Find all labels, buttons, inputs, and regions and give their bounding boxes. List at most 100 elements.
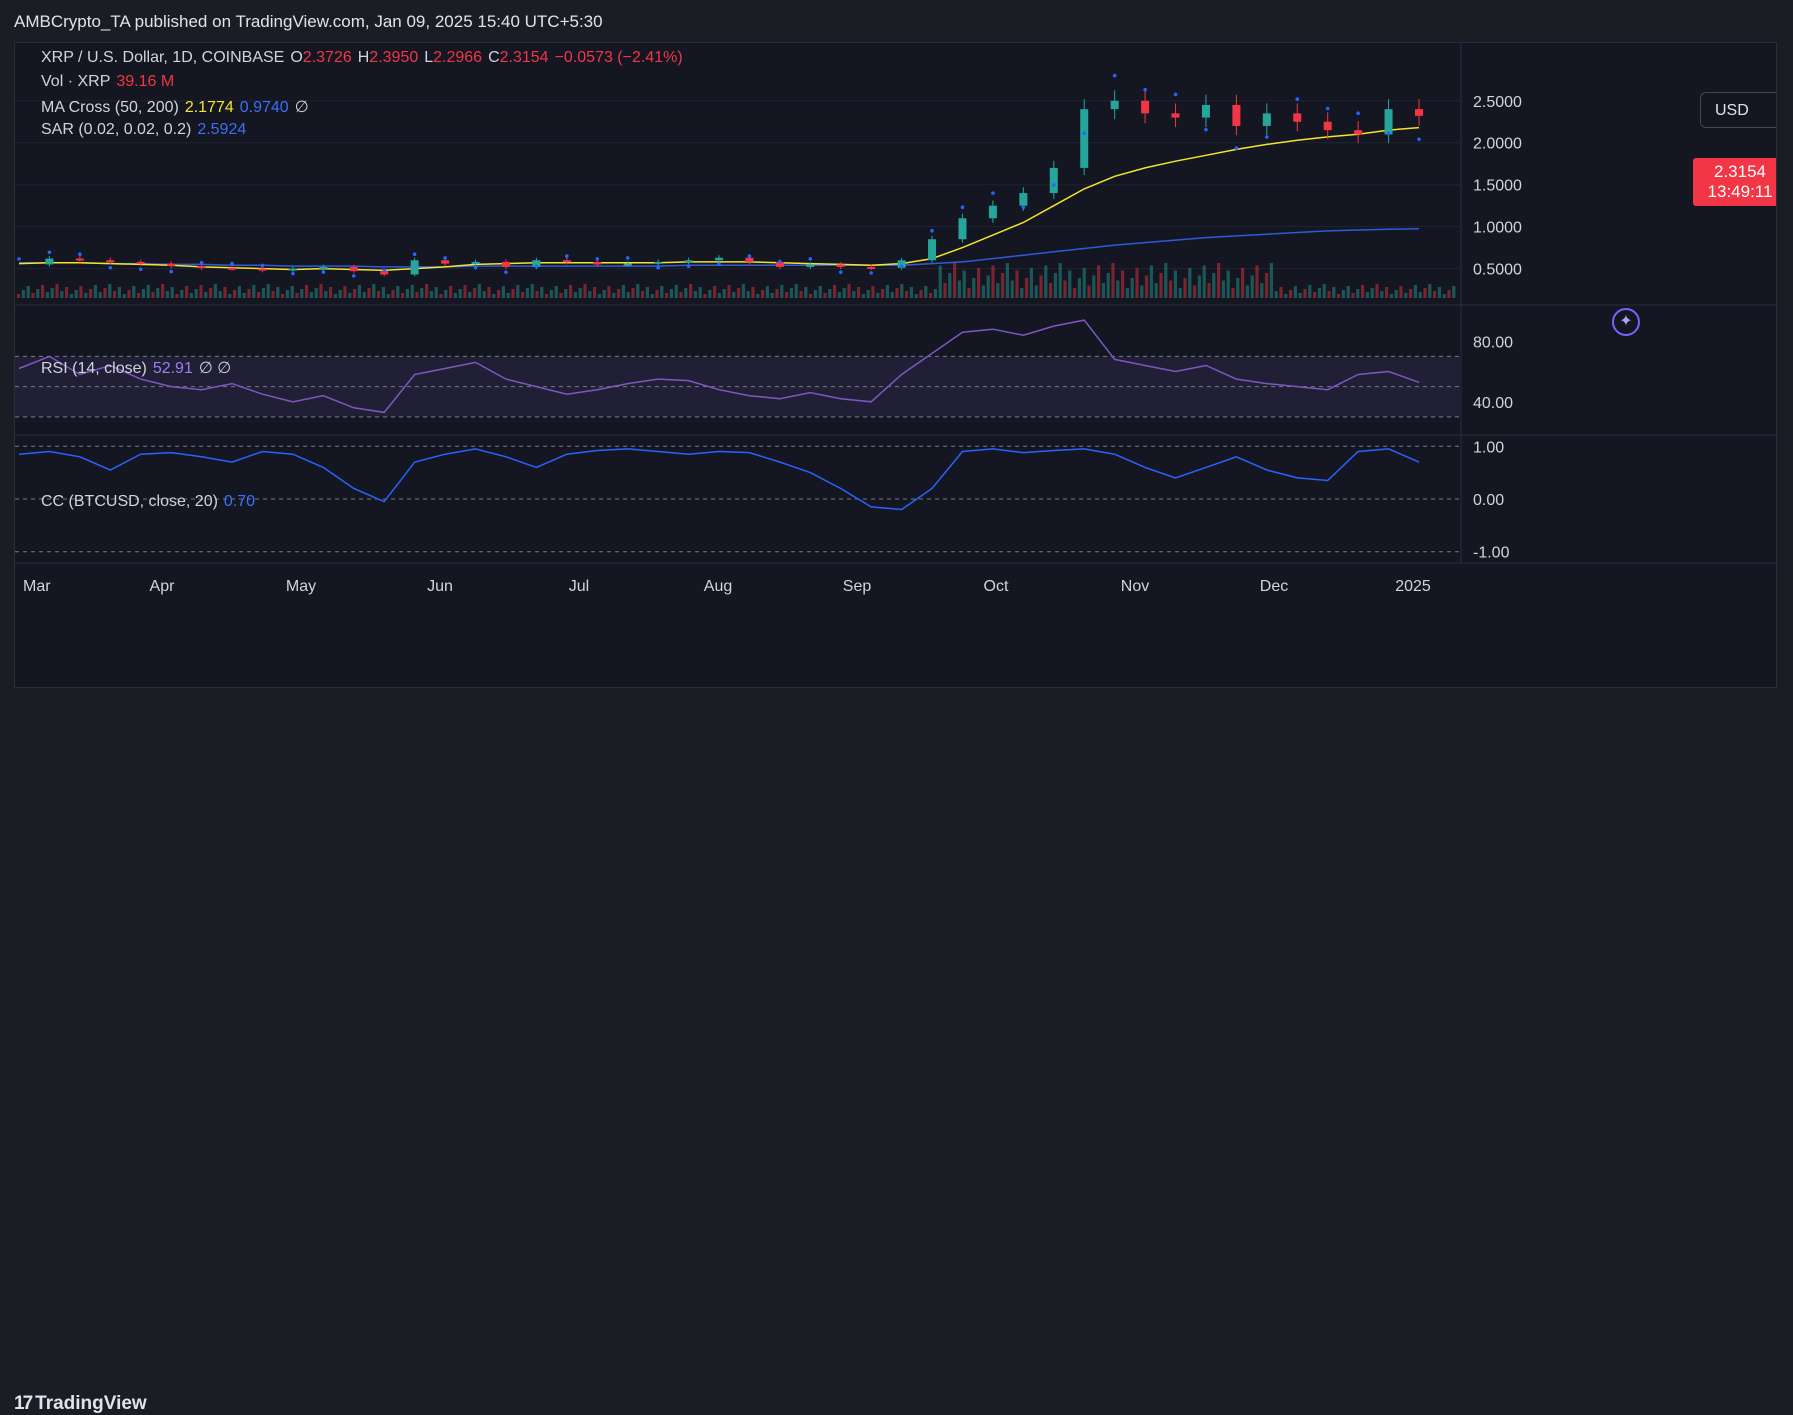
low-label: L xyxy=(424,49,434,66)
volume-bar xyxy=(26,286,30,298)
volume-bar xyxy=(837,292,841,298)
chart-area[interactable]: 2.5000 2.0000 1.5000 1.0000 0.5000 80.00 40.00… xyxy=(14,42,1777,688)
sar-dot xyxy=(1112,73,1117,78)
volume-bar xyxy=(1154,283,1158,298)
sar-dot xyxy=(169,269,173,274)
time-tick-label: Dec xyxy=(1260,578,1288,595)
volume-bar xyxy=(1207,283,1211,298)
volume-bar xyxy=(684,288,688,298)
volume-bar xyxy=(866,290,870,298)
volume-bar xyxy=(1039,275,1043,298)
candle-body xyxy=(562,260,571,263)
volume-bar xyxy=(1197,275,1201,298)
volume-bar xyxy=(247,289,251,298)
volume-bar xyxy=(161,284,165,298)
volume-bar xyxy=(981,285,985,298)
volume-bar xyxy=(1361,285,1365,298)
volume-bar xyxy=(146,285,150,298)
volume-bar xyxy=(1087,285,1091,298)
volume-bar xyxy=(1428,284,1432,298)
volume-bar xyxy=(141,289,145,298)
volume-bar xyxy=(905,291,909,298)
volume-bar xyxy=(218,291,222,298)
volume-bar xyxy=(45,292,49,298)
volume-bar xyxy=(482,291,486,298)
change-value: −0.0573 (−2.41%) xyxy=(554,49,683,66)
volume-bar xyxy=(50,288,54,298)
tradingview-logo[interactable]: 17 TradingView xyxy=(14,1393,147,1415)
volume-bar xyxy=(122,294,126,298)
volume-bar xyxy=(74,290,78,298)
time-tick-label: Aug xyxy=(704,578,732,595)
volume-bar xyxy=(228,294,232,298)
price-tick-label: 2.0000 xyxy=(1473,136,1522,153)
volume-bar xyxy=(703,294,707,298)
candle-body xyxy=(1080,109,1089,168)
volume-bar xyxy=(933,289,937,298)
volume-bar xyxy=(1356,289,1360,298)
volume-bar xyxy=(842,288,846,298)
volume-bar xyxy=(1241,268,1245,298)
volume-bar xyxy=(266,284,270,298)
candle-body xyxy=(836,264,845,267)
volume-bar xyxy=(1049,283,1053,298)
volume-bar xyxy=(367,288,371,298)
currency-button[interactable]: USD xyxy=(1700,92,1776,128)
sar-dot xyxy=(1265,135,1269,139)
volume-bar xyxy=(612,293,616,298)
volume-bar xyxy=(828,289,832,298)
volume-bar xyxy=(573,292,577,298)
volume-bar xyxy=(669,289,673,298)
volume-bar xyxy=(497,290,501,298)
volume-bar xyxy=(813,290,817,298)
volume-bar xyxy=(1097,265,1101,298)
volume-bar xyxy=(1447,290,1451,298)
volume-bar xyxy=(578,288,582,298)
volume-bar xyxy=(1178,288,1182,298)
volume-bar xyxy=(213,284,217,298)
volume-bar xyxy=(924,286,928,298)
candle-body xyxy=(806,264,815,267)
volume-bar xyxy=(108,284,112,298)
sar-dot xyxy=(1051,183,1056,187)
volume-bar xyxy=(290,286,294,298)
sparkle-icon[interactable]: ✦ xyxy=(1612,308,1640,336)
chart-svg[interactable]: 2.5000 2.0000 1.5000 1.0000 0.5000 80.00 40.00… xyxy=(15,43,1777,688)
volume-bar xyxy=(1020,288,1024,298)
volume-bar xyxy=(713,286,717,298)
volume-bar xyxy=(415,292,419,298)
volume-bar xyxy=(271,291,275,298)
volume-bar xyxy=(775,289,779,298)
volume-bar xyxy=(1116,280,1120,298)
volume-bar xyxy=(252,285,256,298)
volume-bar xyxy=(185,286,189,298)
time-tick-label: Sep xyxy=(843,578,872,595)
volume-bar xyxy=(309,292,313,298)
volume-bar xyxy=(593,287,597,298)
candle-body xyxy=(1232,104,1241,126)
volume-bar xyxy=(473,288,477,298)
volume-bar xyxy=(535,291,539,298)
tv-logo-text: TradingView xyxy=(35,1393,147,1414)
volume-bar xyxy=(405,289,409,298)
rsi-label: RSI (14, close) xyxy=(41,360,147,377)
sar-dot xyxy=(595,257,600,261)
candle-body xyxy=(1323,121,1332,131)
candle-body xyxy=(349,266,358,272)
volume-bar xyxy=(348,293,352,298)
volume-bar xyxy=(746,291,750,298)
volume-bar xyxy=(1077,278,1081,298)
volume-bar xyxy=(909,287,913,298)
open-label: O xyxy=(290,49,303,66)
volume-bar xyxy=(732,292,736,298)
volume-bar xyxy=(1145,275,1149,298)
volume-bar xyxy=(1245,285,1249,298)
candle-body xyxy=(1354,130,1363,135)
candle-body xyxy=(228,267,237,270)
volume-label: Vol · XRP xyxy=(41,73,111,90)
close-value: 2.3154 xyxy=(499,49,549,66)
high-value: 2.3950 xyxy=(369,49,419,66)
volume-bar xyxy=(257,292,261,298)
volume-bar xyxy=(1351,293,1355,298)
volume-bar xyxy=(698,287,702,298)
